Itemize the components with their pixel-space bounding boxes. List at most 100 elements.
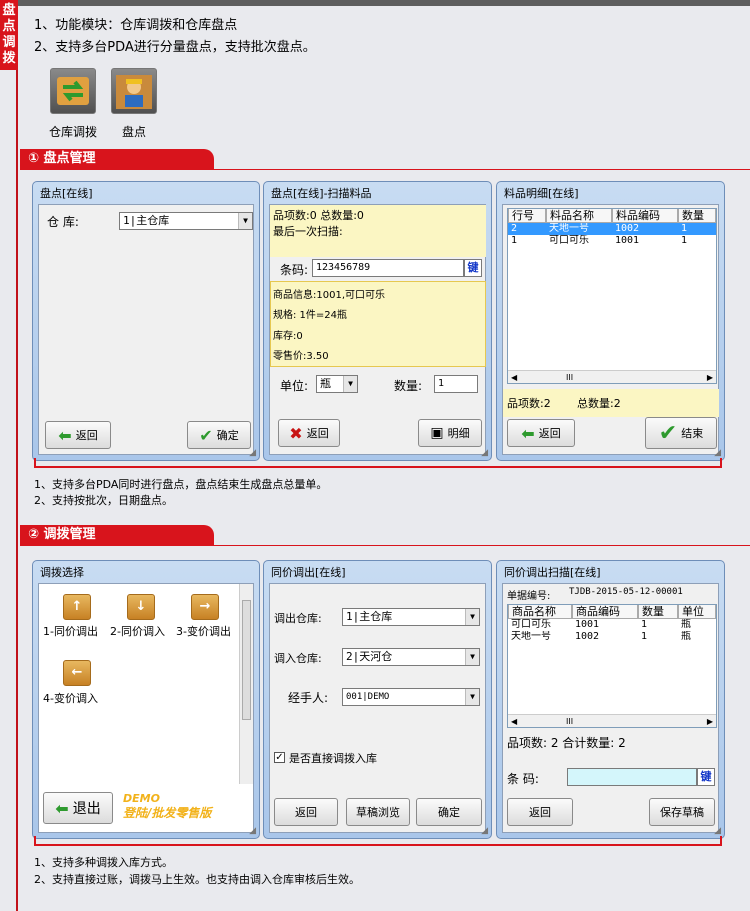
keyboard-button[interactable]: 键 xyxy=(464,259,482,277)
window-title: 盘点[在线]-扫描料品 xyxy=(271,187,372,200)
note-line: 1、支持多种调拨入库方式。 xyxy=(34,856,173,869)
list-header: 行号 料品名称 料品编码 数量 xyxy=(508,209,716,223)
list-row[interactable]: 1 可口可乐 1001 1 xyxy=(508,235,716,247)
barcode-input[interactable]: 123456789 xyxy=(312,259,464,277)
qty-input[interactable]: 1 xyxy=(434,375,478,393)
scroll-left-icon[interactable]: ◀ xyxy=(511,715,517,728)
resize-grip-icon[interactable]: ◢ xyxy=(481,826,488,836)
transfer-out-icon[interactable]: ↑ xyxy=(63,594,91,620)
exit-label: 退出 xyxy=(72,801,101,817)
back-button[interactable]: ⬅ 返回 xyxy=(45,421,111,449)
resize-grip-icon[interactable]: ◢ xyxy=(714,448,721,458)
column-header[interactable]: 数量 xyxy=(678,209,716,223)
keyboard-button[interactable]: 键 xyxy=(697,768,715,786)
window-title: 调拨选择 xyxy=(40,566,84,579)
resize-grip-icon[interactable]: ◢ xyxy=(714,826,721,836)
window-title: 料品明细[在线] xyxy=(504,187,579,200)
product-stock: 库存:0 xyxy=(273,331,303,342)
detail-button[interactable]: ▣ 明细 xyxy=(418,419,482,447)
window-body: ↑ 1-同价调出 ↓ 2-同价调入 → 3-变价调出 ← 4-变价调入 ⬅ 退出… xyxy=(38,583,254,833)
scroll-thumb[interactable] xyxy=(242,600,251,720)
warehouse-worker-icon[interactable] xyxy=(111,68,157,114)
handler-label: 经手人: xyxy=(288,691,329,705)
scroll-right-icon[interactable]: ▶ xyxy=(707,715,713,728)
window-title: 盘点[在线] xyxy=(40,187,93,200)
in-warehouse-label: 调入仓库: xyxy=(274,652,322,665)
horizontal-scrollbar[interactable]: ◀ III ▶ xyxy=(508,370,716,383)
scroll-thumb[interactable]: III xyxy=(566,371,573,384)
column-header[interactable]: 商品编码 xyxy=(572,605,638,619)
in-warehouse-select[interactable]: 2|天河仓 ▼ xyxy=(342,648,480,666)
price-transfer-in-icon[interactable]: ← xyxy=(63,660,91,686)
confirm-button[interactable]: 确定 xyxy=(416,798,482,826)
inventory-window: 盘点[在线] 仓 库: 1|主仓库 ▼ ⬅ 返回 ✔ 确定 ◢ xyxy=(32,181,260,461)
item-list[interactable]: 行号 料品名称 料品编码 数量 2 天地一号 1002 1 1 可口可乐 100… xyxy=(507,208,717,384)
scan-item-list[interactable]: 商品名称 商品编码 数量 单位 可口可乐 1001 1 瓶 天地一号 1002 … xyxy=(507,604,717,728)
column-header[interactable]: 商品名称 xyxy=(508,605,572,619)
transfer-in-icon[interactable]: ↓ xyxy=(127,594,155,620)
out-warehouse-select[interactable]: 1|主仓库 ▼ xyxy=(342,608,480,626)
drafts-button[interactable]: 草稿浏览 xyxy=(346,798,410,826)
unit-select[interactable]: 瓶 ▼ xyxy=(316,375,358,393)
cell: 可口可乐 xyxy=(549,235,589,246)
delete-button[interactable]: ✖ 返回 xyxy=(278,419,340,447)
tile-label[interactable]: 3-变价调出 xyxy=(176,623,231,639)
tile-label[interactable]: 4-变价调入 xyxy=(43,690,98,706)
tile-label[interactable]: 1-同价调出 xyxy=(43,623,98,639)
resize-grip-icon[interactable]: ◢ xyxy=(249,826,256,836)
scroll-thumb[interactable]: III xyxy=(566,715,573,728)
barcode-label: 条 码: xyxy=(507,772,539,786)
exit-button[interactable]: ⬅ 退出 xyxy=(43,792,113,824)
back-button[interactable]: ⬅ 返回 xyxy=(507,419,575,447)
confirm-button[interactable]: ✔ 确定 xyxy=(187,421,251,449)
column-header[interactable]: 数量 xyxy=(638,605,678,619)
transfer-arrows-icon[interactable] xyxy=(50,68,96,114)
scroll-left-icon[interactable]: ◀ xyxy=(511,371,517,384)
finish-button[interactable]: ✔ 结束 xyxy=(645,417,717,449)
transfer-scan-window: 同价调出扫描[在线] 单据编号: TJDB-2015-05-12-00001 商… xyxy=(496,560,725,839)
column-header[interactable]: 料品名称 xyxy=(546,209,612,223)
cell: 1 xyxy=(641,631,648,642)
vertical-scrollbar[interactable] xyxy=(239,584,253,784)
in-warehouse-value: 2|天河仓 xyxy=(346,650,393,663)
horizontal-scrollbar[interactable]: ◀ III ▶ xyxy=(508,714,716,727)
price-transfer-out-icon[interactable]: → xyxy=(191,594,219,620)
list-row[interactable]: 可口可乐 1001 1 瓶 xyxy=(508,619,716,631)
resize-grip-icon[interactable]: ◢ xyxy=(481,448,488,458)
cell: 瓶 xyxy=(681,619,691,630)
save-draft-button[interactable]: 保存草稿 xyxy=(649,798,715,826)
warehouse-select[interactable]: 1|主仓库 ▼ xyxy=(119,212,253,230)
cell: 2 xyxy=(511,223,518,234)
resize-grip-icon[interactable]: ◢ xyxy=(249,448,256,458)
scan-summary: 品项数:0 总数量:0 xyxy=(273,209,364,222)
handler-select[interactable]: 001|DEMO ▼ xyxy=(342,688,480,706)
chevron-down-icon: ▼ xyxy=(465,689,479,705)
column-header[interactable]: 单位 xyxy=(678,605,716,619)
column-header[interactable]: 料品编码 xyxy=(612,209,678,223)
scan-window: 盘点[在线]-扫描料品 品项数:0 总数量:0 最后一次扫描: 条码: 1234… xyxy=(263,181,492,461)
barcode-input[interactable] xyxy=(567,768,697,786)
section-title-inventory: ① 盘点管理 xyxy=(20,149,214,169)
direct-transfer-checkbox[interactable]: ✓ xyxy=(274,752,285,763)
sidebar-tag-char: 点 xyxy=(2,19,16,34)
chevron-down-icon: ▼ xyxy=(465,649,479,665)
unit-label: 单位: xyxy=(280,379,309,393)
out-warehouse-value: 1|主仓库 xyxy=(346,610,393,623)
list-row[interactable]: 2 天地一号 1002 1 xyxy=(508,223,716,235)
confirm-label: 确定 xyxy=(216,429,239,442)
check-icon: ✔ xyxy=(199,425,213,445)
qty-label: 数量: xyxy=(394,379,423,393)
cell: 1 xyxy=(681,235,688,246)
window-body: 调出仓库: 1|主仓库 ▼ 调入仓库: 2|天河仓 ▼ 经手人: 001|DEM… xyxy=(269,583,486,833)
chevron-down-icon: ▼ xyxy=(238,213,252,229)
back-button[interactable]: 返回 xyxy=(274,798,338,826)
scroll-right-icon[interactable]: ▶ xyxy=(707,371,713,384)
back-button[interactable]: 返回 xyxy=(507,798,573,826)
column-header[interactable]: 行号 xyxy=(508,209,546,223)
sidebar-tag-char: 拨 xyxy=(2,51,16,66)
demo-line: 登陆/批发零售版 xyxy=(123,806,212,820)
out-warehouse-label: 调出仓库: xyxy=(274,612,322,625)
sidebar-tag: 盘 点 调 拨 xyxy=(0,0,18,70)
tile-label[interactable]: 2-同价调入 xyxy=(110,623,165,639)
list-row[interactable]: 天地一号 1002 1 瓶 xyxy=(508,631,716,643)
